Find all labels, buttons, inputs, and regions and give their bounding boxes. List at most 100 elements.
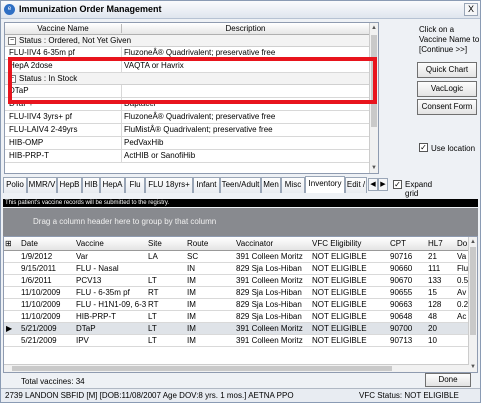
history-row[interactable]: 1/6/2011 PCV13 LT IM 391 Colleen Moritz NOT E… bbox=[4, 275, 469, 287]
cell-cpt[interactable]: 90648 bbox=[390, 312, 426, 321]
cell-cpt[interactable]: 90660 bbox=[390, 264, 426, 273]
cell-route[interactable]: IM bbox=[187, 312, 233, 321]
order-row[interactable]: HIB-PRP-T ActHIB or SanofiHib bbox=[5, 150, 371, 163]
cell-date[interactable]: 11/10/2009 bbox=[21, 312, 73, 321]
col-vaccine-name[interactable]: Vaccine Name bbox=[9, 24, 117, 33]
cell-site[interactable]: LT bbox=[148, 324, 184, 333]
cell-date[interactable]: 11/10/2009 bbox=[21, 288, 73, 297]
col-vaccine[interactable]: Vaccine bbox=[76, 239, 104, 248]
tab-hepb[interactable]: HepB bbox=[57, 177, 82, 193]
scroll-down-icon[interactable]: ▼ bbox=[370, 163, 378, 173]
cell-hl7[interactable]: 133 bbox=[428, 276, 455, 285]
use-location-checkbox[interactable]: ✓ bbox=[419, 143, 428, 152]
scroll-thumb[interactable] bbox=[470, 247, 476, 335]
cell-route[interactable]: IN bbox=[187, 264, 233, 273]
tab-misc[interactable]: Misc bbox=[281, 177, 305, 193]
vaclogic-button[interactable]: VacLogic bbox=[417, 81, 477, 97]
tab-teen-adult[interactable]: Teen/Adult bbox=[220, 177, 261, 193]
tab-inventory[interactable]: Inventory bbox=[305, 176, 345, 193]
col-dose[interactable]: Do bbox=[457, 239, 467, 248]
cell-site[interactable]: LT bbox=[148, 336, 184, 345]
tab-hepa[interactable]: HepA bbox=[100, 177, 125, 193]
cell-vaccinator[interactable]: 391 Colleen Moritz bbox=[236, 252, 310, 261]
cell-site[interactable]: LT bbox=[148, 312, 184, 321]
cell-vaccinator[interactable]: 829 Sja Los-Hiban bbox=[236, 312, 310, 321]
cell-hl7[interactable]: 20 bbox=[428, 324, 455, 333]
tab-men[interactable]: Men bbox=[261, 177, 281, 193]
cell-cpt[interactable]: 90716 bbox=[390, 252, 426, 261]
col-route[interactable]: Route bbox=[187, 239, 208, 248]
scroll-up-icon[interactable]: ▲ bbox=[370, 23, 378, 33]
history-grid-scrollbar[interactable]: ▲ ▼ bbox=[468, 237, 477, 372]
cell-vfc-eligibility[interactable]: NOT ELIGIBLE bbox=[312, 336, 388, 345]
cell-vaccinator[interactable]: 391 Colleen Moritz bbox=[236, 276, 310, 285]
cell-vaccine[interactable]: FLU - H1N1-09, 6-36m bbox=[76, 300, 146, 309]
cell-hl7[interactable]: 48 bbox=[428, 312, 455, 321]
cell-cpt[interactable]: 90655 bbox=[390, 288, 426, 297]
cell-vaccinator[interactable]: 829 Sja Los-Hiban bbox=[236, 300, 310, 309]
col-vfc-eligibility[interactable]: VFC Eligibility bbox=[312, 239, 361, 248]
cell-vaccinator[interactable]: 391 Colleen Moritz bbox=[236, 336, 310, 345]
cell-vaccine[interactable]: Var bbox=[76, 252, 146, 261]
group-by-area[interactable]: Drag a column header here to group by th… bbox=[3, 208, 478, 236]
history-row[interactable]: 1/9/2012 Var LA SC 391 Colleen Moritz NOT ELI… bbox=[4, 251, 469, 263]
quick-chart-button[interactable]: Quick Chart bbox=[417, 62, 477, 78]
scroll-down-icon[interactable]: ▼ bbox=[469, 362, 477, 372]
col-site[interactable]: Site bbox=[148, 239, 162, 248]
cell-route[interactable]: IM bbox=[187, 300, 233, 309]
collapse-icon[interactable]: − bbox=[8, 37, 16, 45]
cell-vfc-eligibility[interactable]: NOT ELIGIBLE bbox=[312, 288, 388, 297]
cell-vfc-eligibility[interactable]: NOT ELIGIBLE bbox=[312, 324, 388, 333]
col-hl7[interactable]: HL7 bbox=[428, 239, 443, 248]
group-ordered-not-given[interactable]: − Status : Ordered, Not Yet Given bbox=[5, 35, 371, 47]
cell-route[interactable]: IM bbox=[187, 336, 233, 345]
col-date[interactable]: Date bbox=[21, 239, 38, 248]
cell-vfc-eligibility[interactable]: NOT ELIGIBLE bbox=[312, 252, 388, 261]
cell-route[interactable]: SC bbox=[187, 252, 233, 261]
cell-date[interactable]: 1/6/2011 bbox=[21, 276, 73, 285]
close-button[interactable]: X bbox=[464, 3, 478, 16]
cell-vfc-eligibility[interactable]: NOT ELIGIBLE bbox=[312, 300, 388, 309]
col-description[interactable]: Description bbox=[121, 24, 369, 33]
cell-vaccine[interactable]: HIB-PRP-T bbox=[76, 312, 146, 321]
cell-vfc-eligibility[interactable]: NOT ELIGIBLE bbox=[312, 276, 388, 285]
header-sort-icon[interactable]: ⊞ bbox=[5, 239, 12, 248]
cell-date[interactable]: 11/10/2009 bbox=[21, 300, 73, 309]
tab-edit[interactable]: Edit / bbox=[345, 177, 367, 193]
cell-cpt[interactable]: 90713 bbox=[390, 336, 426, 345]
history-row[interactable]: 9/15/2011 FLU - Nasal IN 829 Sja Los-Hiban N… bbox=[4, 263, 469, 275]
tab-polio[interactable]: Polio bbox=[3, 177, 27, 193]
tab-scroll-left-icon[interactable]: ◀ bbox=[368, 178, 378, 191]
cell-vfc-eligibility[interactable]: NOT ELIGIBLE bbox=[312, 312, 388, 321]
consent-form-button[interactable]: Consent Form bbox=[417, 99, 477, 115]
cell-route[interactable]: IM bbox=[187, 276, 233, 285]
cell-vaccine[interactable]: PCV13 bbox=[76, 276, 146, 285]
vaccine-name[interactable]: FLU-IIV4 3yrs+ pf bbox=[9, 112, 117, 121]
cell-vaccinator[interactable]: 829 Sja Los-Hiban bbox=[236, 288, 310, 297]
cell-hl7[interactable]: 128 bbox=[428, 300, 455, 309]
cell-vaccine[interactable]: IPV bbox=[76, 336, 146, 345]
cell-cpt[interactable]: 90670 bbox=[390, 276, 426, 285]
hscroll-thumb[interactable] bbox=[12, 366, 392, 371]
vaccine-name[interactable]: HIB-PRP-T bbox=[9, 151, 117, 160]
cell-site[interactable]: LT bbox=[148, 276, 184, 285]
vaccine-name[interactable]: FLU-IIV4 6-35m pf bbox=[9, 48, 117, 57]
cell-cpt[interactable]: 90700 bbox=[390, 324, 426, 333]
cell-vaccine[interactable]: FLU - 6-35m pf bbox=[76, 288, 146, 297]
cell-date[interactable]: 5/21/2009 bbox=[21, 324, 73, 333]
cell-route[interactable]: IM bbox=[187, 288, 233, 297]
cell-hl7[interactable]: 15 bbox=[428, 288, 455, 297]
order-row[interactable]: FLU-IIV4 3yrs+ pf FluzoneÂ® Quadrivalent;… bbox=[5, 111, 371, 124]
cell-vaccinator[interactable]: 391 Colleen Moritz bbox=[236, 324, 310, 333]
done-button[interactable]: Done bbox=[425, 373, 471, 387]
cell-site[interactable]: RT bbox=[148, 300, 184, 309]
cell-date[interactable]: 9/15/2011 bbox=[21, 264, 73, 273]
tab-flu[interactable]: Flu bbox=[125, 177, 145, 193]
tab-hib[interactable]: HIB bbox=[82, 177, 100, 193]
history-row[interactable]: ▶ 5/21/2009 DTaP LT IM 391 Colleen Moritz NOT … bbox=[4, 323, 469, 335]
history-grid-hscrollbar[interactable] bbox=[4, 364, 469, 372]
cell-vfc-eligibility[interactable]: NOT ELIGIBLE bbox=[312, 264, 388, 273]
col-cpt[interactable]: CPT bbox=[390, 239, 406, 248]
cell-cpt[interactable]: 90663 bbox=[390, 300, 426, 309]
order-row[interactable]: HIB-OMP PedVaxHib bbox=[5, 137, 371, 150]
